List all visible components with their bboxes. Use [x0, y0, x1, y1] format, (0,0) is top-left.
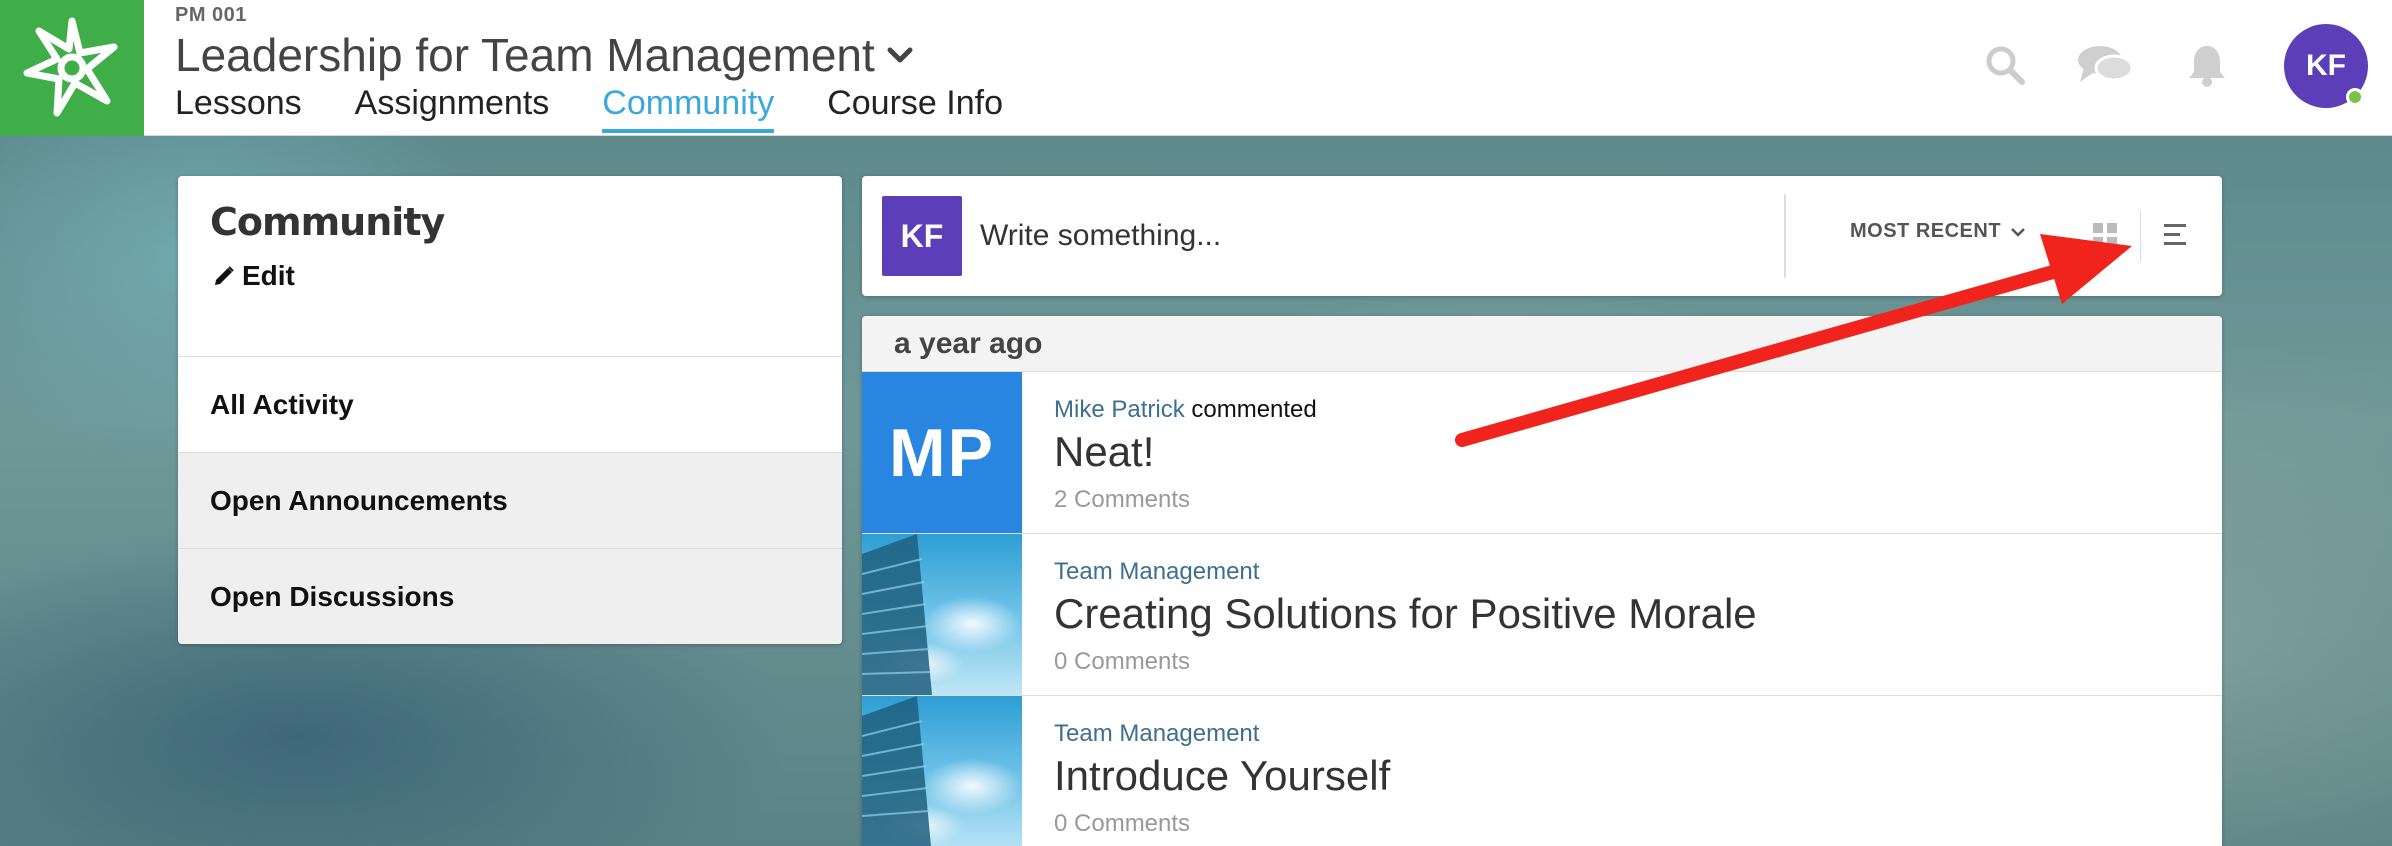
course-code: PM 001	[175, 4, 247, 26]
chevron-down-icon	[2011, 227, 2025, 237]
online-status-indicator	[2346, 88, 2364, 106]
post-author-link[interactable]: Team Management	[1054, 558, 1259, 585]
post-comment-count[interactable]: 0 Comments	[1054, 648, 1190, 676]
post-avatar-initials: MP	[862, 372, 1022, 533]
post-composer: KF MOST RECENT	[862, 176, 2222, 296]
list-view-icon[interactable]	[2160, 218, 2194, 252]
grid-view-icon[interactable]	[2090, 220, 2120, 250]
sidebar-item-open-discussions[interactable]: Open Discussions	[178, 548, 842, 644]
chat-icon[interactable]	[2076, 42, 2134, 88]
top-header: PM 001 Leadership for Team Management Le…	[0, 0, 2392, 136]
course-title-text: Leadership for Team Management	[175, 29, 875, 81]
sort-dropdown[interactable]: MOST RECENT	[1850, 220, 2027, 243]
app-logo[interactable]	[0, 0, 144, 136]
post-comment-count[interactable]: 2 Comments	[1054, 486, 1190, 514]
sidebar-item-open-announcements[interactable]: Open Announcements	[178, 452, 842, 548]
post-author-link[interactable]: Mike Patrick	[1054, 396, 1185, 423]
tab-course-info[interactable]: Course Info	[827, 84, 1003, 133]
post-meta: Mike Patrick commented	[1054, 396, 1317, 424]
skyscraper-image-icon	[862, 696, 931, 846]
tab-community[interactable]: Community	[602, 84, 775, 133]
community-sidebar: Community Edit All Activity Open Announc…	[178, 176, 842, 644]
search-icon[interactable]	[1982, 42, 2028, 88]
chevron-down-icon[interactable]	[883, 38, 917, 72]
post-title[interactable]: Creating Solutions for Positive Morale	[1054, 590, 1757, 638]
post-meta: Team Management	[1054, 558, 1259, 586]
edit-button[interactable]: Edit	[212, 260, 295, 292]
course-title[interactable]: Leadership for Team Management	[175, 28, 917, 82]
course-nav-tabs: Lessons Assignments Community Course Inf…	[175, 84, 1003, 133]
feed-post[interactable]: MP Mike Patrick commented Neat! 2 Commen…	[862, 372, 2222, 534]
post-action: commented	[1191, 396, 1317, 423]
sort-label: MOST RECENT	[1850, 220, 2002, 242]
write-something-input[interactable]	[980, 206, 1740, 266]
activity-feed: a year ago MP Mike Patrick commented Nea…	[862, 316, 2222, 846]
composer-avatar: KF	[882, 196, 962, 276]
feed-post[interactable]: Team Management Introduce Yourself 0 Com…	[862, 696, 2222, 846]
asterisk-star-logo-icon	[23, 17, 118, 117]
edit-label: Edit	[242, 260, 295, 291]
bell-icon[interactable]	[2184, 42, 2230, 88]
post-comment-count[interactable]: 0 Comments	[1054, 810, 1190, 838]
tab-lessons[interactable]: Lessons	[175, 84, 302, 133]
feed-post[interactable]: Team Management Creating Solutions for P…	[862, 534, 2222, 696]
feed-date-group: a year ago	[862, 316, 2222, 372]
view-toggle-divider	[2140, 210, 2141, 262]
skyscraper-image-icon	[862, 534, 932, 695]
post-title[interactable]: Introduce Yourself	[1054, 752, 1390, 800]
sidebar-title: Community	[210, 200, 445, 244]
tab-assignments[interactable]: Assignments	[355, 84, 550, 133]
composer-divider	[1784, 194, 1786, 278]
post-thumbnail-image	[862, 696, 1022, 846]
post-author-link[interactable]: Team Management	[1054, 720, 1259, 747]
post-title[interactable]: Neat!	[1054, 428, 1154, 476]
sidebar-item-all-activity[interactable]: All Activity	[178, 356, 842, 452]
pencil-icon	[215, 266, 234, 285]
post-thumbnail-image	[862, 534, 1022, 695]
post-meta: Team Management	[1054, 720, 1259, 748]
